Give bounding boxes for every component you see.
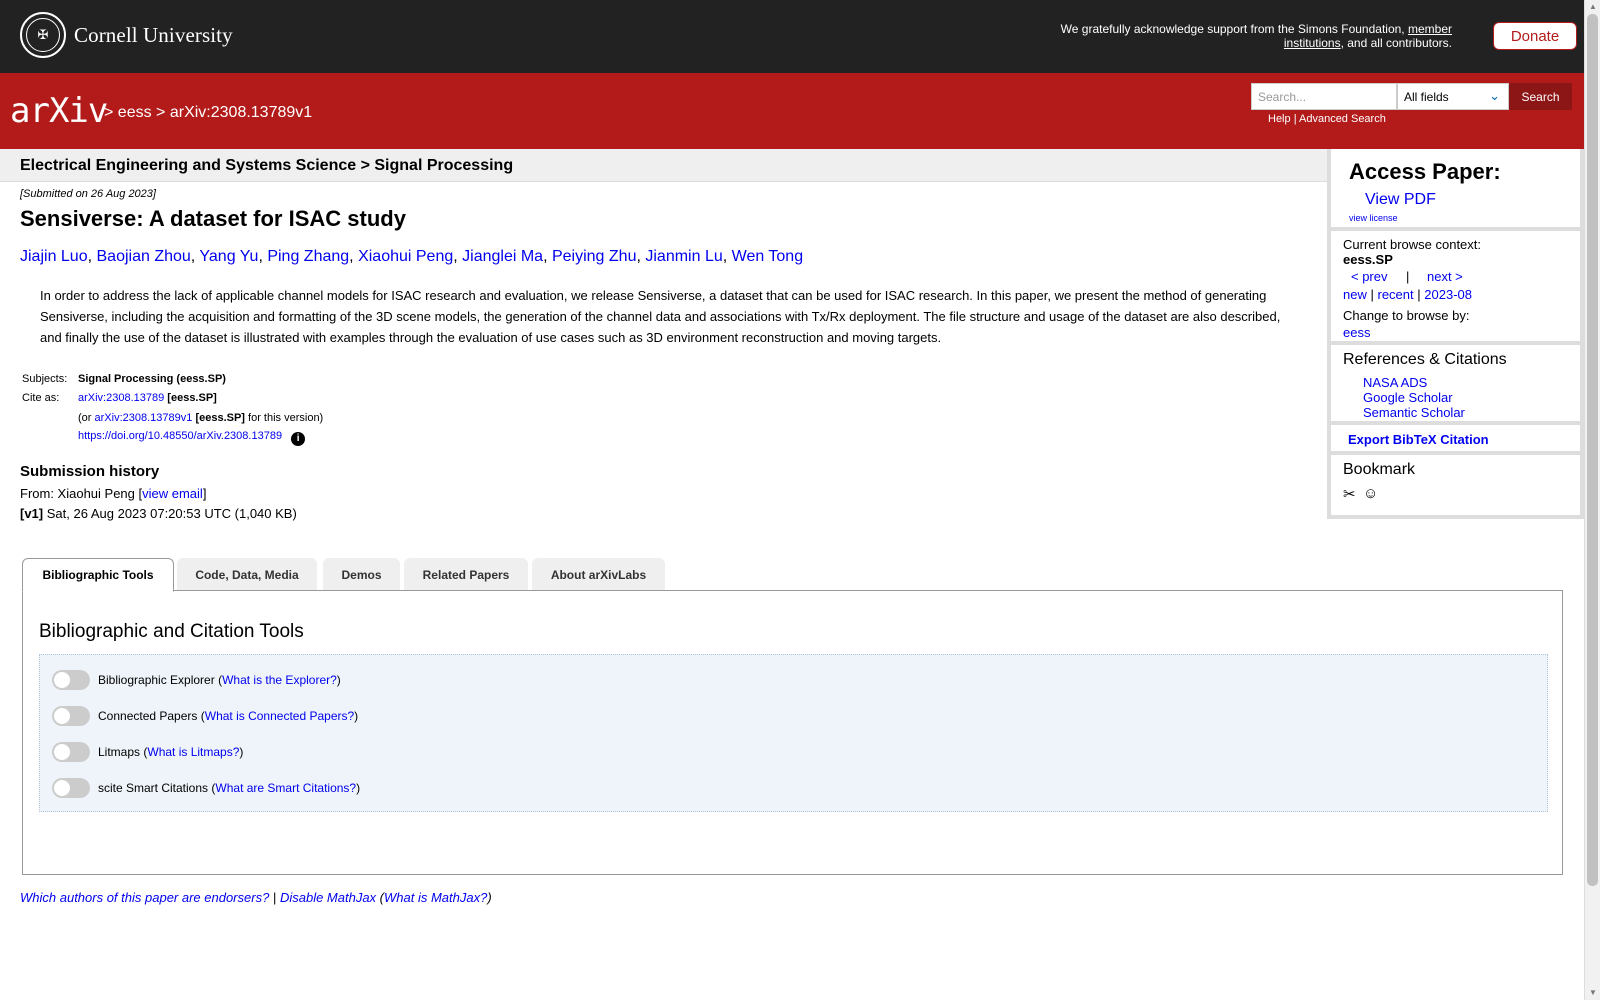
paper-title: Sensiverse: A dataset for ISAC study bbox=[20, 206, 406, 231]
connected-papers-toggle[interactable] bbox=[52, 706, 90, 726]
tool-row-litmaps: Litmaps (What is Litmaps?) bbox=[52, 742, 243, 762]
author-list: Jiajin Luo, Baojian Zhou, Yang Yu, Ping … bbox=[20, 248, 804, 265]
access-paper-section: Access Paper: View PDF view license bbox=[1331, 149, 1580, 231]
export-section: Export BibTeX Citation bbox=[1331, 425, 1580, 455]
author-link[interactable]: Xiaohui Peng bbox=[358, 248, 453, 265]
abstract: In order to address the lack of applicab… bbox=[40, 288, 1281, 345]
cornell-logo[interactable]: ✠ Cornell University bbox=[20, 12, 233, 58]
scroll-up-icon[interactable]: ▲ bbox=[1585, 0, 1600, 14]
cornell-seal-icon: ✠ bbox=[20, 12, 66, 58]
access-paper-heading: Access Paper: bbox=[1349, 159, 1501, 184]
references-heading: References & Citations bbox=[1343, 351, 1507, 368]
tools-box: Bibliographic Explorer (What is the Expl… bbox=[39, 654, 1548, 812]
info-icon[interactable]: i bbox=[291, 432, 306, 446]
bookmark-section: Bookmark ✂ ☺ bbox=[1331, 455, 1580, 515]
litmaps-toggle[interactable] bbox=[52, 742, 90, 762]
breadcrumb-paper-id: arXiv:2308.13789v1 bbox=[169, 104, 313, 121]
tool-row-connected-papers: Connected Papers (What is Connected Pape… bbox=[52, 706, 358, 726]
help-link[interactable]: Help bbox=[1268, 113, 1291, 125]
what-is-connected-papers-link[interactable]: What is Connected Papers? bbox=[205, 709, 354, 723]
page: ✠ Cornell University We gratefully ackno… bbox=[0, 0, 1584, 1000]
donate-button[interactable]: Donate bbox=[1493, 22, 1577, 50]
search-button[interactable]: Search bbox=[1509, 83, 1572, 110]
prev-link[interactable]: < prev bbox=[1351, 269, 1388, 284]
what-are-smart-citations-link[interactable]: What are Smart Citations? bbox=[215, 781, 356, 795]
tab-related-papers[interactable]: Related Papers bbox=[404, 558, 528, 591]
tool-row-scite: scite Smart Citations (What are Smart Ci… bbox=[52, 778, 360, 798]
export-bibtex-link[interactable]: Export BibTeX Citation bbox=[1348, 432, 1489, 447]
tools-heading: Bibliographic and Citation Tools bbox=[39, 621, 304, 642]
version-label: [v1] bbox=[20, 506, 44, 521]
author-link[interactable]: Yang Yu bbox=[199, 248, 258, 265]
browse-context-label: Current browse context: bbox=[1343, 237, 1482, 252]
browse-context-value: eess.SP bbox=[1343, 252, 1393, 267]
sidebar: Access Paper: View PDF view license Curr… bbox=[1327, 149, 1584, 519]
disable-mathjax-link[interactable]: Disable MathJax bbox=[280, 890, 376, 905]
tab-demos[interactable]: Demos bbox=[323, 558, 400, 591]
browse-links: new | recent | 2023-08 bbox=[1343, 287, 1472, 302]
subject-heading: Electrical Engineering and Systems Scien… bbox=[20, 157, 514, 174]
change-browse-label: Change to browse by: bbox=[1343, 308, 1470, 323]
bookmark-heading: Bookmark bbox=[1343, 461, 1416, 478]
footer-links: Which authors of this paper are endorser… bbox=[20, 890, 492, 905]
next-link[interactable]: next > bbox=[1427, 269, 1463, 284]
tab-bibliographic-tools[interactable]: Bibliographic Tools bbox=[22, 558, 174, 592]
explorer-toggle[interactable] bbox=[52, 670, 90, 690]
subjects-value: Signal Processing (eess.SP) bbox=[78, 373, 226, 385]
author-link[interactable]: Ping Zhang bbox=[267, 248, 349, 265]
cite-id-link[interactable]: arXiv:2308.13789 bbox=[78, 392, 164, 404]
tab-code-data-media[interactable]: Code, Data, Media bbox=[177, 558, 317, 591]
references-section: References & Citations NASA ADS Google S… bbox=[1331, 345, 1580, 425]
what-is-mathjax-link[interactable]: What is MathJax? bbox=[384, 890, 487, 905]
scrollbar-thumb[interactable] bbox=[1587, 14, 1598, 886]
month-link[interactable]: 2023-08 bbox=[1424, 287, 1472, 302]
arxiv-header: arXiv > eess > arXiv:2308.13789v1 Search… bbox=[0, 73, 1584, 149]
submission-from: From: Xiaohui Peng [view email] bbox=[20, 486, 207, 501]
cite-version-link[interactable]: arXiv:2308.13789v1 bbox=[95, 412, 193, 424]
breadcrumb-eess[interactable]: eess bbox=[118, 104, 152, 121]
submission-history-heading: Submission history bbox=[20, 463, 160, 480]
cornell-bar: ✠ Cornell University We gratefully ackno… bbox=[0, 0, 1584, 73]
advanced-search-link[interactable]: Advanced Search bbox=[1299, 113, 1386, 125]
tab-about-arxivlabs[interactable]: About arXivLabs bbox=[532, 558, 665, 591]
scroll-down-icon[interactable]: ▼ bbox=[1585, 986, 1600, 1000]
subject-bar: Electrical Engineering and Systems Scien… bbox=[0, 149, 1327, 182]
what-is-explorer-link[interactable]: What is the Explorer? bbox=[222, 673, 337, 687]
google-scholar-link[interactable]: Google Scholar bbox=[1363, 390, 1453, 405]
search-field-select[interactable]: All fields ⌄ bbox=[1397, 83, 1509, 110]
vertical-scrollbar[interactable]: ▲ ▼ bbox=[1584, 0, 1600, 1000]
nasa-ads-link[interactable]: NASA ADS bbox=[1363, 375, 1427, 390]
submitted-date: [Submitted on 26 Aug 2023] bbox=[20, 188, 156, 200]
view-license-link[interactable]: view license bbox=[1349, 213, 1398, 223]
cornell-name: Cornell University bbox=[74, 22, 233, 47]
tab-panel: Bibliographic and Citation Tools Bibliog… bbox=[22, 590, 1563, 875]
author-link[interactable]: Jianglei Ma bbox=[462, 248, 543, 265]
what-is-litmaps-link[interactable]: What is Litmaps? bbox=[147, 745, 239, 759]
help-links: Help | Advanced Search bbox=[1268, 113, 1386, 125]
view-email-link[interactable]: view email bbox=[142, 486, 203, 501]
semantic-scholar-link[interactable]: Semantic Scholar bbox=[1363, 405, 1465, 420]
breadcrumb: > eess > arXiv:2308.13789v1 bbox=[104, 104, 313, 121]
arxiv-logo[interactable]: arXiv bbox=[10, 91, 108, 131]
doi-link[interactable]: https://doi.org/10.48550/arXiv.2308.1378… bbox=[78, 430, 282, 442]
author-link[interactable]: Jianmin Lu bbox=[645, 248, 722, 265]
view-pdf-link[interactable]: View PDF bbox=[1365, 191, 1436, 209]
endorsers-link[interactable]: Which authors of this paper are endorser… bbox=[20, 890, 269, 905]
submission-v1: [v1] Sat, 26 Aug 2023 07:20:53 UTC (1,04… bbox=[20, 506, 297, 521]
new-link[interactable]: new bbox=[1343, 287, 1367, 302]
author-link[interactable]: Jiajin Luo bbox=[20, 248, 88, 265]
recent-link[interactable]: recent bbox=[1378, 287, 1414, 302]
author-link[interactable]: Peiying Zhu bbox=[552, 248, 637, 265]
tool-row-explorer: Bibliographic Explorer (What is the Expl… bbox=[52, 670, 341, 690]
bibsonomy-icon[interactable]: ✂ bbox=[1343, 485, 1356, 503]
chevron-down-icon: ⌄ bbox=[1489, 88, 1500, 103]
author-link[interactable]: Wen Tong bbox=[732, 248, 803, 265]
scite-toggle[interactable] bbox=[52, 778, 90, 798]
support-acknowledgement: We gratefully acknowledge support from t… bbox=[1060, 22, 1452, 50]
browse-eess-link[interactable]: eess bbox=[1343, 325, 1370, 340]
browse-context-section: Current browse context: eess.SP < prev |… bbox=[1331, 231, 1580, 345]
search-input[interactable]: Search... bbox=[1251, 83, 1397, 110]
author-link[interactable]: Baojian Zhou bbox=[97, 248, 191, 265]
reddit-icon[interactable]: ☺ bbox=[1363, 485, 1378, 502]
